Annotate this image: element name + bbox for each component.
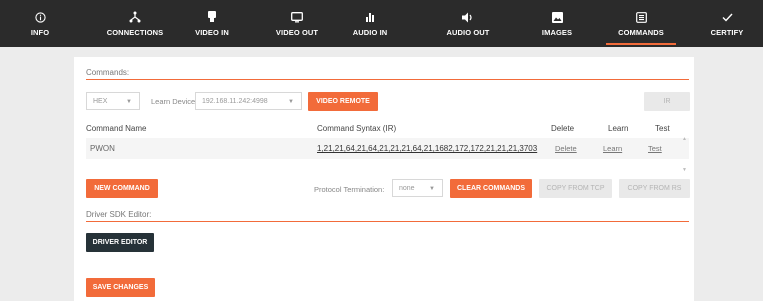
learn-device-value: 192.168.11.242:4998 — [202, 98, 268, 105]
protocol-termination-value: none — [399, 185, 415, 192]
scroll-up-arrow[interactable]: ▲ — [682, 136, 687, 142]
format-select[interactable]: HEX ▼ — [86, 92, 140, 110]
column-header-delete: Delete — [551, 124, 575, 133]
top-nav: INFO CONNECTIONS VIDEO IN VIDEO OUT AUDI… — [0, 0, 763, 47]
tab-certify[interactable]: CERTIFY — [697, 0, 757, 47]
learn-device-select[interactable]: 192.168.11.242:4998 ▼ — [195, 92, 302, 110]
command-syntax[interactable]: 1,21,21,64,21,64,21,21,21,64,21,1682,172… — [317, 144, 537, 153]
tab-audio-out[interactable]: AUDIO OUT — [433, 0, 503, 47]
protocol-termination-select[interactable]: none ▼ — [392, 179, 443, 197]
copy-from-tcp-button[interactable]: COPY FROM TCP — [539, 179, 612, 198]
section-divider — [86, 221, 689, 222]
commands-panel: Commands: HEX ▼ Learn Device: 192.168.11… — [74, 57, 694, 301]
commands-section-label: Commands: — [86, 68, 130, 77]
clear-commands-button[interactable]: CLEAR COMMANDS — [450, 179, 532, 198]
active-tab-indicator — [606, 43, 676, 45]
check-icon — [697, 11, 757, 23]
video-out-icon — [262, 11, 332, 23]
images-icon — [527, 11, 587, 23]
video-remote-button[interactable]: VIDEO REMOTE — [308, 92, 378, 111]
tab-label: IMAGES — [541, 28, 573, 37]
column-header-name: Command Name — [86, 124, 147, 133]
format-select-value: HEX — [93, 98, 108, 105]
driver-editor-button[interactable]: DRIVER EDITOR — [86, 233, 154, 252]
chevron-down-icon: ▼ — [429, 186, 435, 192]
column-header-test: Test — [655, 124, 670, 133]
copy-from-rs-button[interactable]: COPY FROM RS — [619, 179, 690, 198]
protocol-termination-label: Protocol Termination: — [314, 185, 385, 194]
new-command-button[interactable]: NEW COMMAND — [86, 179, 158, 198]
delete-link[interactable]: Delete — [555, 144, 577, 153]
tab-video-in[interactable]: VIDEO IN — [182, 0, 242, 47]
scroll-down-arrow[interactable]: ▼ — [682, 167, 687, 173]
ir-button[interactable]: IR — [644, 92, 690, 111]
tab-label: VIDEO OUT — [275, 28, 319, 37]
audio-in-icon — [340, 11, 400, 23]
tab-label: COMMANDS — [618, 28, 664, 37]
learn-device-label: Learn Device: — [151, 97, 198, 106]
save-changes-button[interactable]: SAVE CHANGES — [86, 278, 155, 297]
section-divider — [86, 79, 689, 80]
table-row: PWON 1,21,21,64,21,64,21,21,21,64,21,168… — [86, 138, 689, 159]
driver-sdk-section-label: Driver SDK Editor: — [86, 210, 152, 219]
info-icon — [10, 11, 70, 23]
chevron-down-icon: ▼ — [126, 99, 132, 105]
audio-out-icon — [433, 11, 503, 23]
tab-label: INFO — [30, 28, 50, 37]
connections-icon — [95, 11, 175, 23]
tab-connections[interactable]: CONNECTIONS — [95, 0, 175, 47]
column-header-learn: Learn — [608, 124, 629, 133]
learn-link[interactable]: Learn — [603, 144, 622, 153]
tab-audio-in[interactable]: AUDIO IN — [340, 0, 400, 47]
tab-images[interactable]: IMAGES — [527, 0, 587, 47]
column-header-syntax: Command Syntax (IR) — [317, 124, 397, 133]
chevron-down-icon: ▼ — [288, 99, 294, 105]
command-name[interactable]: PWON — [90, 144, 115, 153]
tab-label: CERTIFY — [710, 28, 744, 37]
tab-label: AUDIO OUT — [446, 28, 490, 37]
tab-video-out[interactable]: VIDEO OUT — [262, 0, 332, 47]
tab-label: VIDEO IN — [195, 28, 229, 37]
test-link[interactable]: Test — [648, 144, 662, 153]
video-in-icon — [182, 11, 242, 23]
tab-label: CONNECTIONS — [106, 28, 164, 37]
tab-info[interactable]: INFO — [10, 0, 70, 47]
tab-commands[interactable]: COMMANDS — [598, 0, 684, 47]
tab-label: AUDIO IN — [352, 28, 388, 37]
commands-icon — [598, 11, 684, 23]
